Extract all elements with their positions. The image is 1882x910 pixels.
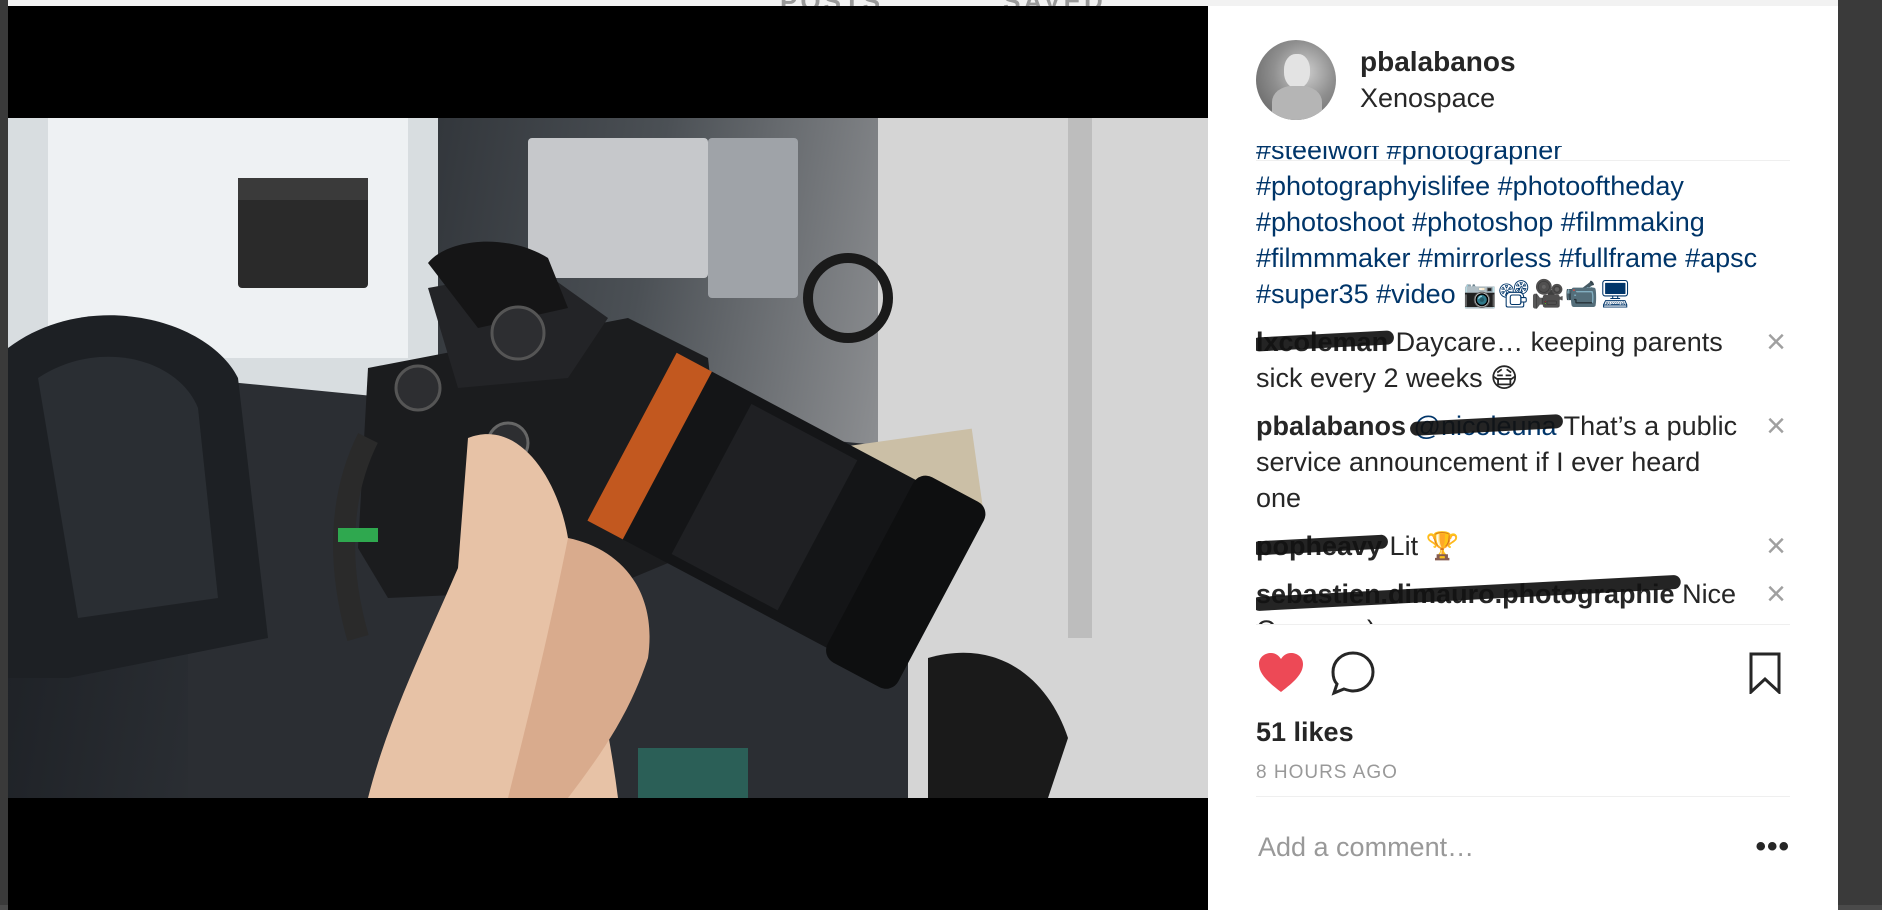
comment-item: lxcoleman Daycare… keeping parents sick …	[1256, 324, 1790, 396]
avatar[interactable]	[1256, 40, 1336, 120]
comment-author[interactable]: sebastien.dimauro.photographie	[1256, 576, 1675, 612]
avatar-head	[1284, 54, 1310, 88]
delete-comment-icon[interactable]: ×	[1762, 529, 1790, 563]
likes-count[interactable]: 51 likes	[1256, 717, 1790, 748]
caption-line[interactable]: #super35 #video 📷📽🎥📹🖥	[1256, 276, 1790, 312]
comment-input[interactable]	[1256, 830, 1750, 864]
bookmark-icon	[1749, 652, 1781, 694]
comments-list[interactable]: #steelworf #photographer #photographyisl…	[1256, 146, 1790, 624]
comment-item: sebastien.dimauro.photographie Nice Came…	[1256, 576, 1790, 624]
post-actions: 51 likes 8 HOURS AGO	[1256, 624, 1790, 784]
comment-button[interactable]	[1328, 648, 1378, 698]
more-options-button[interactable]: •••	[1750, 830, 1790, 864]
comment-text: Lit 🏆	[1382, 531, 1460, 561]
save-button[interactable]	[1740, 648, 1790, 698]
delete-comment-icon[interactable]: ×	[1762, 325, 1790, 359]
post-header: pbalabanos Xenospace	[1256, 40, 1790, 161]
comment-mention[interactable]: @nicoleuna	[1414, 408, 1557, 444]
caption-line[interactable]: #photoshoot #photoshop #filmmaking	[1256, 204, 1790, 240]
post-sidebar: pbalabanos Xenospace #steelworf #photogr…	[1208, 6, 1838, 910]
caption-line[interactable]: #photographyislifee #photooftheday	[1256, 168, 1790, 204]
post-photo[interactable]	[8, 118, 1208, 798]
comment-bubble-icon	[1331, 651, 1375, 696]
comment-author[interactable]: pbalabanos	[1256, 411, 1406, 441]
comment-author[interactable]: popheavy	[1256, 528, 1382, 564]
overlay-left	[0, 0, 8, 910]
heart-icon	[1259, 653, 1303, 692]
avatar-body	[1272, 86, 1322, 120]
post-media	[8, 6, 1208, 910]
post-timestamp[interactable]: 8 HOURS AGO	[1256, 762, 1790, 784]
caption-line[interactable]: #filmmmaker #mirrorless #fullframe #apsc	[1256, 240, 1790, 276]
add-comment-bar: •••	[1256, 796, 1790, 897]
like-button[interactable]	[1256, 648, 1306, 698]
comment-item: popheavy Lit 🏆 ×	[1256, 528, 1790, 564]
post-modal: pbalabanos Xenospace #steelworf #photogr…	[8, 6, 1838, 910]
delete-comment-icon[interactable]: ×	[1762, 409, 1790, 443]
delete-comment-icon[interactable]: ×	[1762, 577, 1790, 611]
caption-partial-line[interactable]: #steelworf #photographer	[1256, 146, 1790, 168]
username-link[interactable]: pbalabanos	[1360, 44, 1516, 80]
comment-author[interactable]: lxcoleman	[1256, 324, 1388, 360]
caption-hashtags: #steelworf #photographer #photographyisl…	[1256, 146, 1790, 312]
camera-photo-illustration	[8, 118, 1208, 798]
action-row	[1256, 645, 1790, 701]
header-names: pbalabanos Xenospace	[1360, 44, 1516, 116]
comment-item: pbalabanos @nicoleuna That’s a public se…	[1256, 408, 1790, 516]
location-link[interactable]: Xenospace	[1360, 80, 1516, 116]
overlay-right	[1838, 0, 1882, 910]
